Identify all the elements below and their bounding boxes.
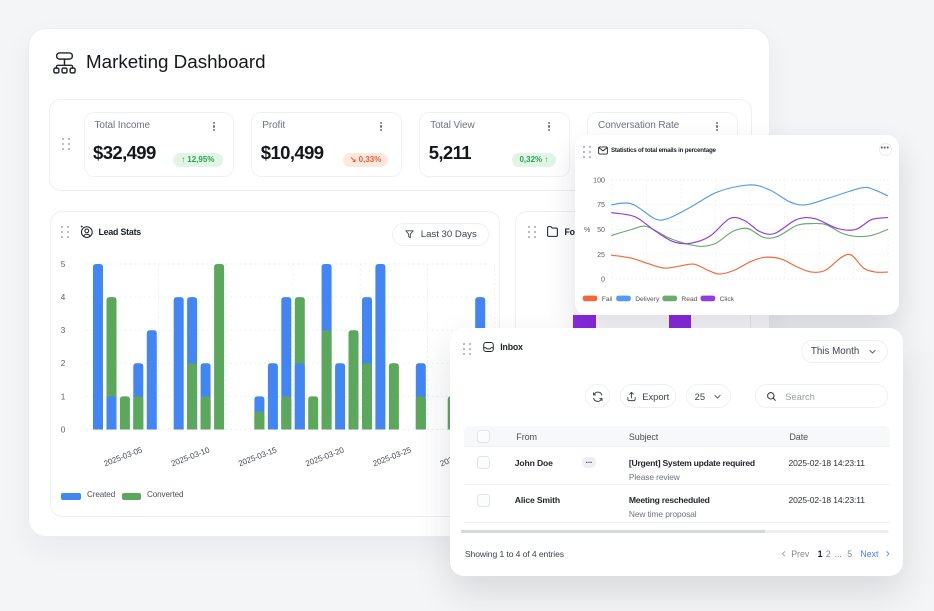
svg-text:Delivery: Delivery [636, 296, 661, 303]
svg-text:2: 2 [61, 359, 66, 368]
svg-text:50: 50 [598, 226, 606, 234]
svg-text:4: 4 [61, 293, 66, 302]
svg-text:0: 0 [61, 425, 66, 434]
svg-text:Fail: Fail [602, 296, 613, 303]
svg-text:100: 100 [594, 177, 606, 185]
svg-text:75: 75 [598, 201, 606, 209]
svg-text:2025-03-20: 2025-03-20 [304, 445, 346, 468]
svg-text:Read: Read [682, 296, 698, 303]
svg-text:0: 0 [601, 276, 605, 284]
svg-text:25: 25 [598, 251, 606, 259]
svg-text:2025-03-05: 2025-03-05 [103, 445, 145, 468]
svg-text:%: % [584, 226, 591, 234]
svg-text:2025-03-25: 2025-03-25 [372, 445, 414, 468]
svg-text:2025-03-15: 2025-03-15 [237, 445, 279, 468]
svg-text:3: 3 [61, 326, 66, 335]
svg-text:1: 1 [61, 392, 66, 401]
svg-text:Click: Click [720, 296, 735, 303]
svg-text:5: 5 [61, 260, 66, 269]
svg-text:2025-03-10: 2025-03-10 [170, 445, 212, 468]
